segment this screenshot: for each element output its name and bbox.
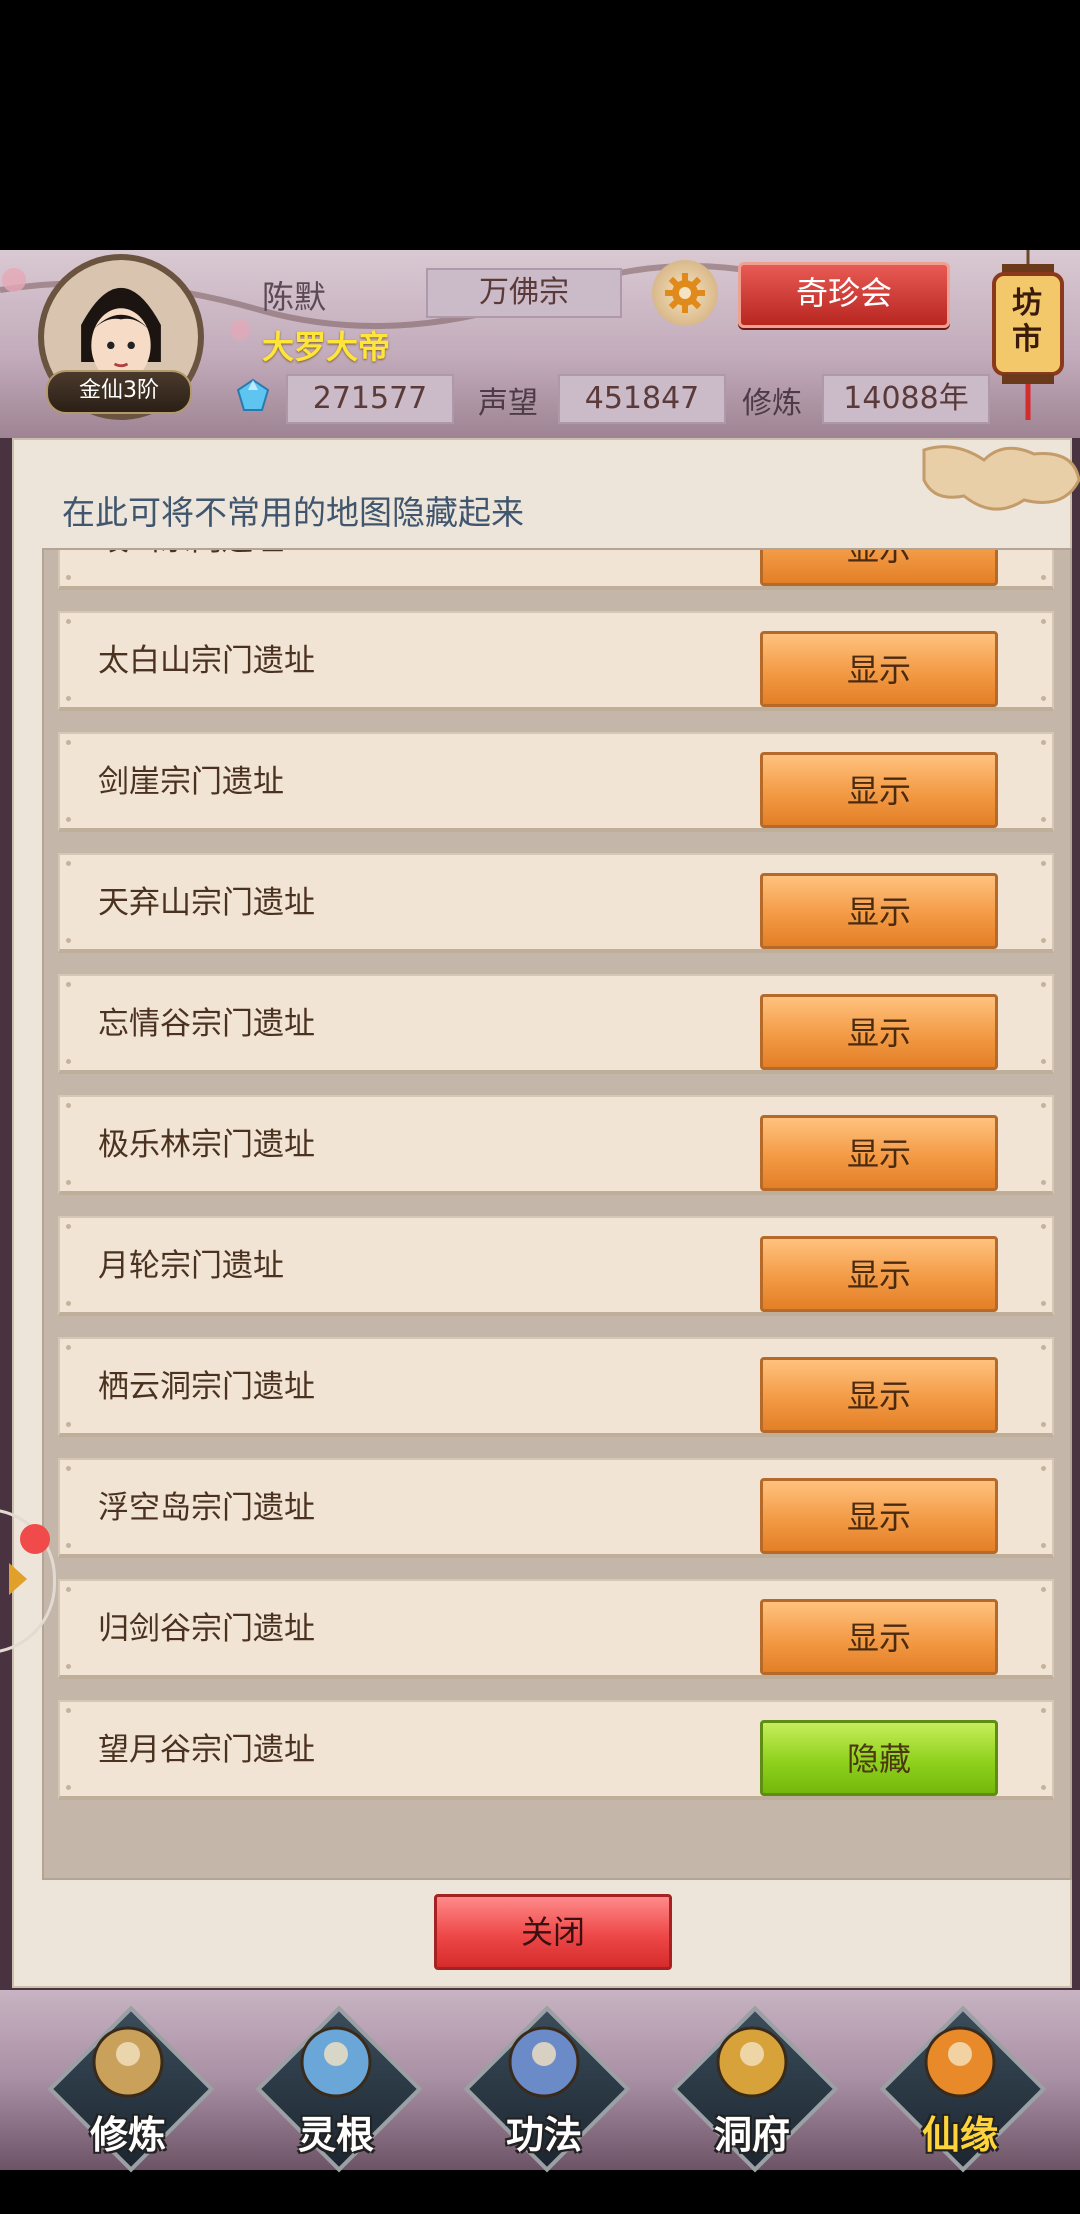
show-map-button[interactable]: 显示 xyxy=(760,1357,998,1433)
map-name: 太白山宗门遗址 xyxy=(98,643,315,679)
spirit-stone-icon xyxy=(236,378,270,411)
map-row: 忘情谷宗门遗址 显示 xyxy=(58,974,1054,1074)
cultivation-value: 14088年 xyxy=(822,374,990,424)
cave-icon xyxy=(716,2026,788,2098)
map-name: 栖云洞宗门遗址 xyxy=(98,1369,315,1405)
show-map-button[interactable]: 显示 xyxy=(760,752,998,828)
map-name: 岐山宗门遗址 xyxy=(98,550,284,588)
map-row: 浮空岛宗门遗址 显示 xyxy=(58,1458,1054,1558)
player-title: 大罗大帝 xyxy=(262,328,391,366)
nav-technique[interactable]: 功法 xyxy=(463,2005,631,2173)
map-row: 归剑谷宗门遗址 显示 xyxy=(58,1579,1054,1679)
map-name: 望月谷宗门遗址 xyxy=(98,1732,315,1768)
show-map-button[interactable]: 显示 xyxy=(760,873,998,949)
show-map-button[interactable]: 显示 xyxy=(760,631,998,707)
nav-cultivate[interactable]: 修炼 xyxy=(47,2005,215,2173)
gear-icon[interactable] xyxy=(652,260,718,326)
map-name: 极乐林宗门遗址 xyxy=(98,1127,315,1163)
nav-fate[interactable]: 仙缘 xyxy=(879,2005,1047,2173)
reputation-label: 声望 xyxy=(478,386,538,421)
bottom-nav: 修炼 灵根 功法 洞府 仙缘 xyxy=(0,1990,1080,2173)
spirit-stone-count: 271577 xyxy=(286,374,454,424)
nav-label: 洞府 xyxy=(713,2113,790,2157)
map-name: 浮空岛宗门遗址 xyxy=(98,1490,315,1526)
nav-label: 仙缘 xyxy=(921,2113,998,2157)
map-name: 剑崖宗门遗址 xyxy=(98,764,284,800)
panel-body: 在此可将不常用的地图隐藏起来 岐山宗门遗址显示太白山宗门遗址显示剑崖宗门遗址显示… xyxy=(12,438,1080,1988)
map-row: 剑崖宗门遗址 显示 xyxy=(58,732,1054,832)
nav-spirit-root[interactable]: 灵根 xyxy=(255,2005,423,2173)
cultivation-label: 修炼 xyxy=(742,386,802,421)
map-name: 天弃山宗门遗址 xyxy=(98,885,315,921)
map-visibility-panel: 在此可将不常用的地图隐藏起来 岐山宗门遗址显示太白山宗门遗址显示剑崖宗门遗址显示… xyxy=(0,438,1080,1990)
show-map-button[interactable]: 显示 xyxy=(760,1115,998,1191)
map-row: 天弃山宗门遗址 显示 xyxy=(58,853,1054,953)
map-row: 望月谷宗门遗址 隐藏 xyxy=(58,1700,1054,1800)
treasure-auction-button[interactable]: 奇珍会 xyxy=(738,262,950,328)
nav-cave[interactable]: 洞府 xyxy=(671,2005,839,2173)
notification-dot xyxy=(20,1524,50,1554)
show-map-button[interactable]: 显示 xyxy=(760,550,998,586)
sect-name: 万佛宗 xyxy=(426,268,622,318)
map-list[interactable]: 岐山宗门遗址显示太白山宗门遗址显示剑崖宗门遗址显示天弃山宗门遗址显示忘情谷宗门遗… xyxy=(42,548,1072,1880)
fate-icon xyxy=(924,2026,996,2098)
close-button[interactable]: 关闭 xyxy=(434,1894,672,1970)
show-map-button[interactable]: 显示 xyxy=(760,1599,998,1675)
player-name: 陈默 xyxy=(262,278,327,316)
hide-map-button[interactable]: 隐藏 xyxy=(760,1720,998,1796)
panel-hint: 在此可将不常用的地图隐藏起来 xyxy=(62,493,524,532)
show-map-button[interactable]: 显示 xyxy=(760,1478,998,1554)
player-header: 金仙3阶 陈默 大罗大帝 万佛宗 奇珍会 坊市 271577 声望 451847… xyxy=(0,250,1080,438)
map-name: 归剑谷宗门遗址 xyxy=(98,1611,315,1647)
arrow-right-icon xyxy=(9,1563,27,1595)
spirit-root-icon xyxy=(300,2026,372,2098)
nav-label: 灵根 xyxy=(297,2113,374,2157)
map-row: 月轮宗门遗址 显示 xyxy=(58,1216,1054,1316)
technique-icon xyxy=(508,2026,580,2098)
map-row: 栖云洞宗门遗址 显示 xyxy=(58,1337,1054,1437)
cultivate-icon xyxy=(92,2026,164,2098)
map-row: 岐山宗门遗址 显示 xyxy=(58,550,1054,590)
nav-label: 功法 xyxy=(505,2113,582,2157)
reputation-value: 451847 xyxy=(558,374,726,424)
show-map-button[interactable]: 显示 xyxy=(760,994,998,1070)
cloud-decoration xyxy=(922,445,1080,511)
map-name: 月轮宗门遗址 xyxy=(98,1248,284,1284)
nav-label: 修炼 xyxy=(89,2113,166,2157)
market-label: 坊市 xyxy=(1012,286,1042,357)
map-name: 忘情谷宗门遗址 xyxy=(98,1006,315,1042)
rank-badge: 金仙3阶 xyxy=(46,370,192,414)
map-row: 极乐林宗门遗址 显示 xyxy=(58,1095,1054,1195)
map-row: 太白山宗门遗址 显示 xyxy=(58,611,1054,711)
show-map-button[interactable]: 显示 xyxy=(760,1236,998,1312)
